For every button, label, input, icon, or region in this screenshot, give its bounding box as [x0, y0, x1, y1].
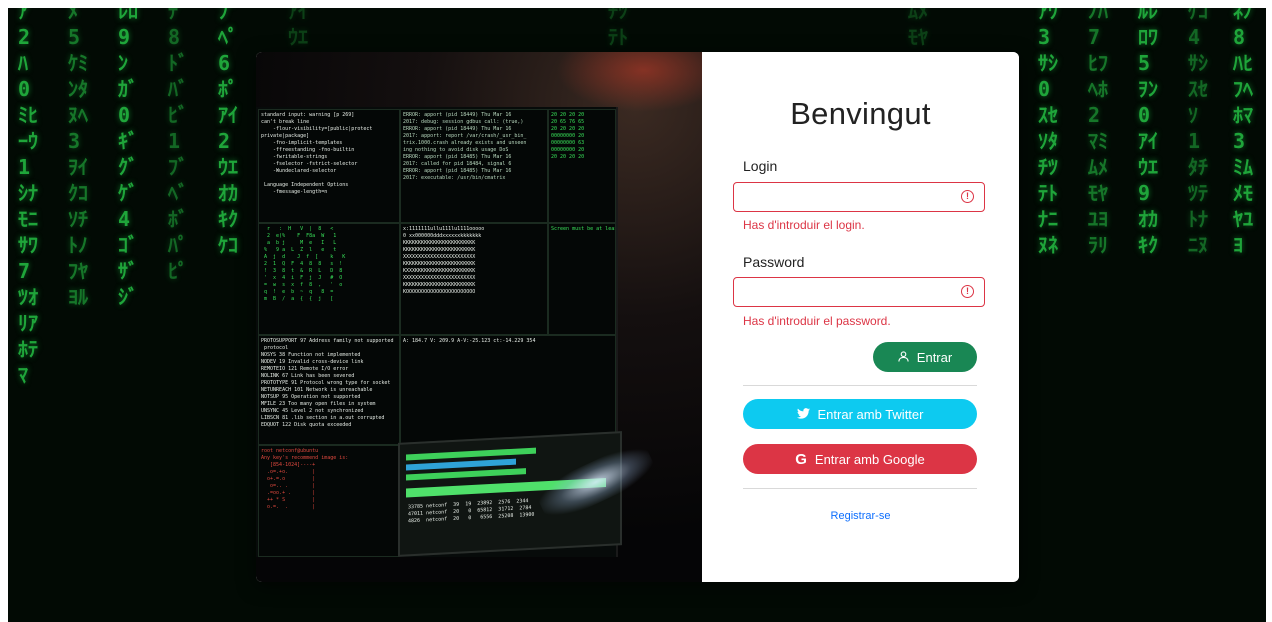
matrix-column: ﾈﾉ8ﾊﾋﾌﾍﾎﾏ3ﾐﾑﾒﾓﾔﾕﾖ	[1233, 8, 1253, 257]
twitter-login-button[interactable]: Entrar amb Twitter	[743, 399, 977, 429]
login-error: Has d'introduir el login.	[743, 218, 865, 232]
matrix-column: ｹｺ4ｻｼｽｾｿ1ﾀﾁﾂﾃﾄﾅﾆﾇ	[1188, 8, 1208, 257]
matrix-column: ｱ2ﾊ0ﾐﾋｰｳ1ｼﾅﾓﾆｻﾜ7ﾂｵﾘｱﾎﾃﾏ	[18, 8, 38, 387]
login-input[interactable]: !	[733, 182, 985, 212]
password-label: Password	[743, 254, 805, 270]
matrix-column: ﾃﾞ8ﾄﾞﾊﾞﾋﾞ1ﾌﾞﾍﾞﾎﾞﾊﾟﾋﾟ	[168, 8, 188, 283]
matrix-column: ｱﾜ3ｻｼ0ｽｾｿﾀﾁﾂﾃﾄﾅﾆﾇﾈ	[1038, 8, 1058, 257]
matrix-column: ﾒ5ｹﾐﾝﾀﾇﾍ3ｦｲｸｺｿﾁﾄﾉﾌﾔﾖﾙ	[68, 8, 88, 309]
password-error: Has d'introduir el password.	[743, 314, 891, 328]
twitter-button-label: Entrar amb Twitter	[817, 406, 924, 422]
alert-circle-icon: !	[961, 285, 974, 298]
divider	[743, 488, 977, 489]
hacker-terminal-image: standard input: warning [p 269] can't br…	[256, 52, 702, 582]
enter-button-label: Entrar	[916, 349, 953, 365]
login-label: Login	[743, 158, 778, 174]
matrix-column: ﾉﾊ7ﾋﾌﾍﾎ2ﾏﾐﾑﾒﾓﾔﾕﾖﾗﾘ	[1088, 8, 1108, 257]
google-login-button[interactable]: G Entrar amb Google	[743, 444, 977, 474]
login-form: Benvingut Login ! Has d'introduir el log…	[702, 52, 1019, 582]
register-link[interactable]: Registrar-se	[702, 510, 1019, 522]
password-input[interactable]: !	[733, 277, 985, 307]
matrix-column: ﾌﾟﾍﾟ6ﾎﾟｱｲ2ｳｴｵｶｷｸｹｺ	[218, 8, 238, 257]
matrix-column: ﾚﾛ9ﾝｶﾞ0ｷﾞｸﾞｹﾞ4ｺﾞｻﾞｼﾞ	[118, 8, 138, 309]
login-card: standard input: warning [p 269] can't br…	[256, 52, 1019, 582]
alert-circle-icon: !	[961, 190, 974, 203]
divider	[743, 385, 977, 386]
user-icon	[898, 350, 909, 365]
google-button-label: Entrar amb Google	[814, 451, 925, 467]
google-icon: G	[795, 450, 807, 468]
matrix-column: ﾙﾚﾛﾜ5ｦﾝ0ｱｲｳｴ9ｵｶｷｸ	[1138, 8, 1158, 257]
page-title: Benvingut	[790, 96, 931, 131]
twitter-icon	[796, 407, 810, 422]
enter-button[interactable]: Entrar	[873, 342, 977, 372]
